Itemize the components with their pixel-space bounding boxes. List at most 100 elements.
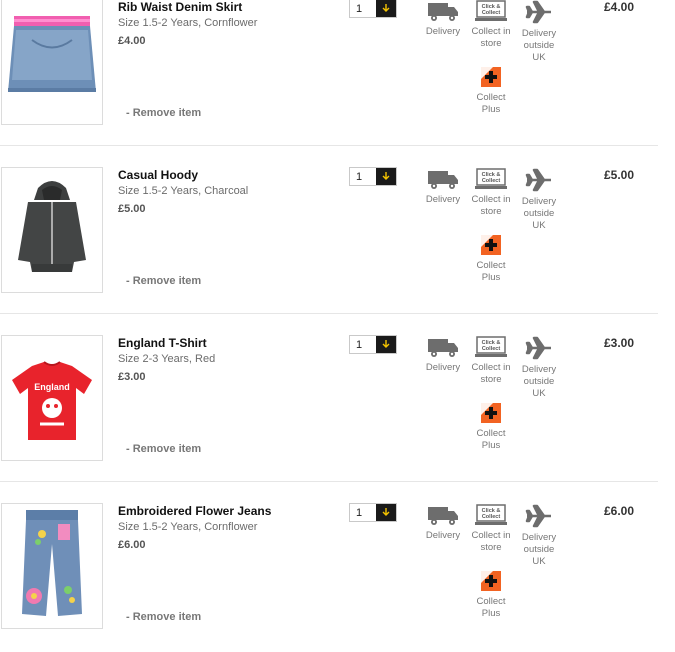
line-total: £4.00 xyxy=(604,0,635,14)
arrow-down-icon xyxy=(382,172,390,180)
quantity-dropdown-button[interactable] xyxy=(376,0,396,17)
row-divider xyxy=(0,313,658,314)
denim-skirt-image xyxy=(8,16,96,92)
outside-uk-label-2: outside UK xyxy=(523,40,555,63)
delivery-label: Delivery xyxy=(425,362,461,373)
van-icon xyxy=(428,339,458,357)
arrow-down-icon xyxy=(382,508,390,516)
quantity-dropdown-button[interactable] xyxy=(376,504,396,521)
outside-uk-label-1: Delivery xyxy=(521,196,557,207)
plus-label: Plus xyxy=(481,104,501,115)
quantity-select[interactable]: 1 xyxy=(349,503,397,522)
remove-item-link[interactable]: - Remove item xyxy=(126,107,201,119)
line-total: £3.00 xyxy=(604,336,635,350)
delivery-label: Delivery xyxy=(425,26,461,37)
store-label: store xyxy=(480,542,502,553)
quantity-dropdown-button[interactable] xyxy=(376,336,396,353)
product-name[interactable]: Rib Waist Denim Skirt xyxy=(118,0,242,14)
airplane-icon xyxy=(525,336,551,360)
outside-uk-label-2: outside UK xyxy=(523,376,555,399)
click-collect-icon: Click & Collect xyxy=(475,504,507,525)
delivery-outside-uk-option[interactable]: Delivery outside UK xyxy=(516,504,562,568)
product-size-colour: Size 1.5-2 Years, Cornflower xyxy=(118,17,258,29)
van-icon xyxy=(428,171,458,189)
click-collect-badge-line2: Collect xyxy=(482,346,501,352)
collect-plus-icon xyxy=(481,67,501,87)
cart-item: Rib Waist Denim Skirt Size 1.5-2 Years, … xyxy=(0,0,675,148)
product-name[interactable]: England T-Shirt xyxy=(118,336,207,350)
click-collect-badge-line2: Collect xyxy=(482,10,501,16)
airplane-icon xyxy=(525,504,551,528)
plus-label: Plus xyxy=(481,272,501,283)
quantity-select[interactable]: 1 xyxy=(349,0,397,18)
collect-label: Collect xyxy=(476,92,506,103)
delivery-option[interactable]: Delivery xyxy=(424,0,462,38)
click-collect-option[interactable]: Click & Collect Collect in store xyxy=(470,0,512,50)
delivery-outside-uk-option[interactable]: Delivery outside UK xyxy=(516,168,562,232)
airplane-icon xyxy=(525,168,551,192)
click-collect-option[interactable]: Click & Collect Collect in store xyxy=(470,336,512,386)
collect-plus-icon xyxy=(481,235,501,255)
cart-item: Embroidered Flower Jeans Size 1.5-2 Year… xyxy=(0,484,675,652)
row-divider xyxy=(0,145,658,146)
outside-uk-label-1: Delivery xyxy=(521,364,557,375)
collect-label: Collect xyxy=(476,596,506,607)
plus-label: Plus xyxy=(481,608,501,619)
collect-in-label: Collect in xyxy=(471,530,511,541)
collect-in-label: Collect in xyxy=(471,362,511,373)
click-collect-option[interactable]: Click & Collect Collect in store xyxy=(470,168,512,218)
quantity-dropdown-button[interactable] xyxy=(376,168,396,185)
delivery-option[interactable]: Delivery xyxy=(424,504,462,542)
delivery-outside-uk-option[interactable]: Delivery outside UK xyxy=(516,0,562,64)
quantity-select[interactable]: 1 xyxy=(349,167,397,186)
delivery-option[interactable]: Delivery xyxy=(424,336,462,374)
click-collect-badge-line2: Collect xyxy=(482,178,501,184)
hoody-image xyxy=(18,181,86,272)
store-label: store xyxy=(480,206,502,217)
remove-item-link[interactable]: - Remove item xyxy=(126,443,201,455)
product-name[interactable]: Embroidered Flower Jeans xyxy=(118,504,271,518)
product-image[interactable] xyxy=(1,167,103,293)
van-icon xyxy=(428,3,458,21)
outside-uk-label-1: Delivery xyxy=(521,28,557,39)
collect-plus-option[interactable]: Collect Plus xyxy=(470,570,512,620)
airplane-icon xyxy=(525,0,551,24)
arrow-down-icon xyxy=(382,340,390,348)
product-image[interactable]: England xyxy=(1,335,103,461)
plus-label: Plus xyxy=(481,440,501,451)
click-collect-icon: Click & Collect xyxy=(475,336,507,357)
collect-label: Collect xyxy=(476,428,506,439)
unit-price: £3.00 xyxy=(118,371,146,383)
click-collect-icon: Click & Collect xyxy=(475,0,507,21)
delivery-outside-uk-option[interactable]: Delivery outside UK xyxy=(516,336,562,400)
cart-item: Casual Hoody Size 1.5-2 Years, Charcoal … xyxy=(0,148,675,316)
remove-item-link[interactable]: - Remove item xyxy=(126,275,201,287)
delivery-option[interactable]: Delivery xyxy=(424,168,462,206)
product-image[interactable] xyxy=(1,0,103,125)
collect-label: Collect xyxy=(476,260,506,271)
store-label: store xyxy=(480,38,502,49)
quantity-value: 1 xyxy=(356,3,363,15)
collect-plus-icon xyxy=(481,571,501,591)
arrow-down-icon xyxy=(382,4,390,12)
product-image[interactable] xyxy=(1,503,103,629)
delivery-label: Delivery xyxy=(425,530,461,541)
collect-in-label: Collect in xyxy=(471,194,511,205)
collect-plus-option[interactable]: Collect Plus xyxy=(470,402,512,452)
england-tshirt-image: England xyxy=(12,361,92,440)
quantity-value: 1 xyxy=(356,507,363,519)
product-size-colour: Size 2-3 Years, Red xyxy=(118,353,216,365)
product-name[interactable]: Casual Hoody xyxy=(118,168,198,182)
quantity-value: 1 xyxy=(356,339,363,351)
collect-plus-option[interactable]: Collect Plus xyxy=(470,66,512,116)
store-label: store xyxy=(480,374,502,385)
quantity-value: 1 xyxy=(356,171,363,183)
delivery-label: Delivery xyxy=(425,194,461,205)
collect-in-label: Collect in xyxy=(471,26,511,37)
click-collect-option[interactable]: Click & Collect Collect in store xyxy=(470,504,512,554)
collect-plus-option[interactable]: Collect Plus xyxy=(470,234,512,284)
quantity-select[interactable]: 1 xyxy=(349,335,397,354)
unit-price: £5.00 xyxy=(118,203,146,215)
product-size-colour: Size 1.5-2 Years, Cornflower xyxy=(118,521,258,533)
remove-item-link[interactable]: - Remove item xyxy=(126,611,201,623)
